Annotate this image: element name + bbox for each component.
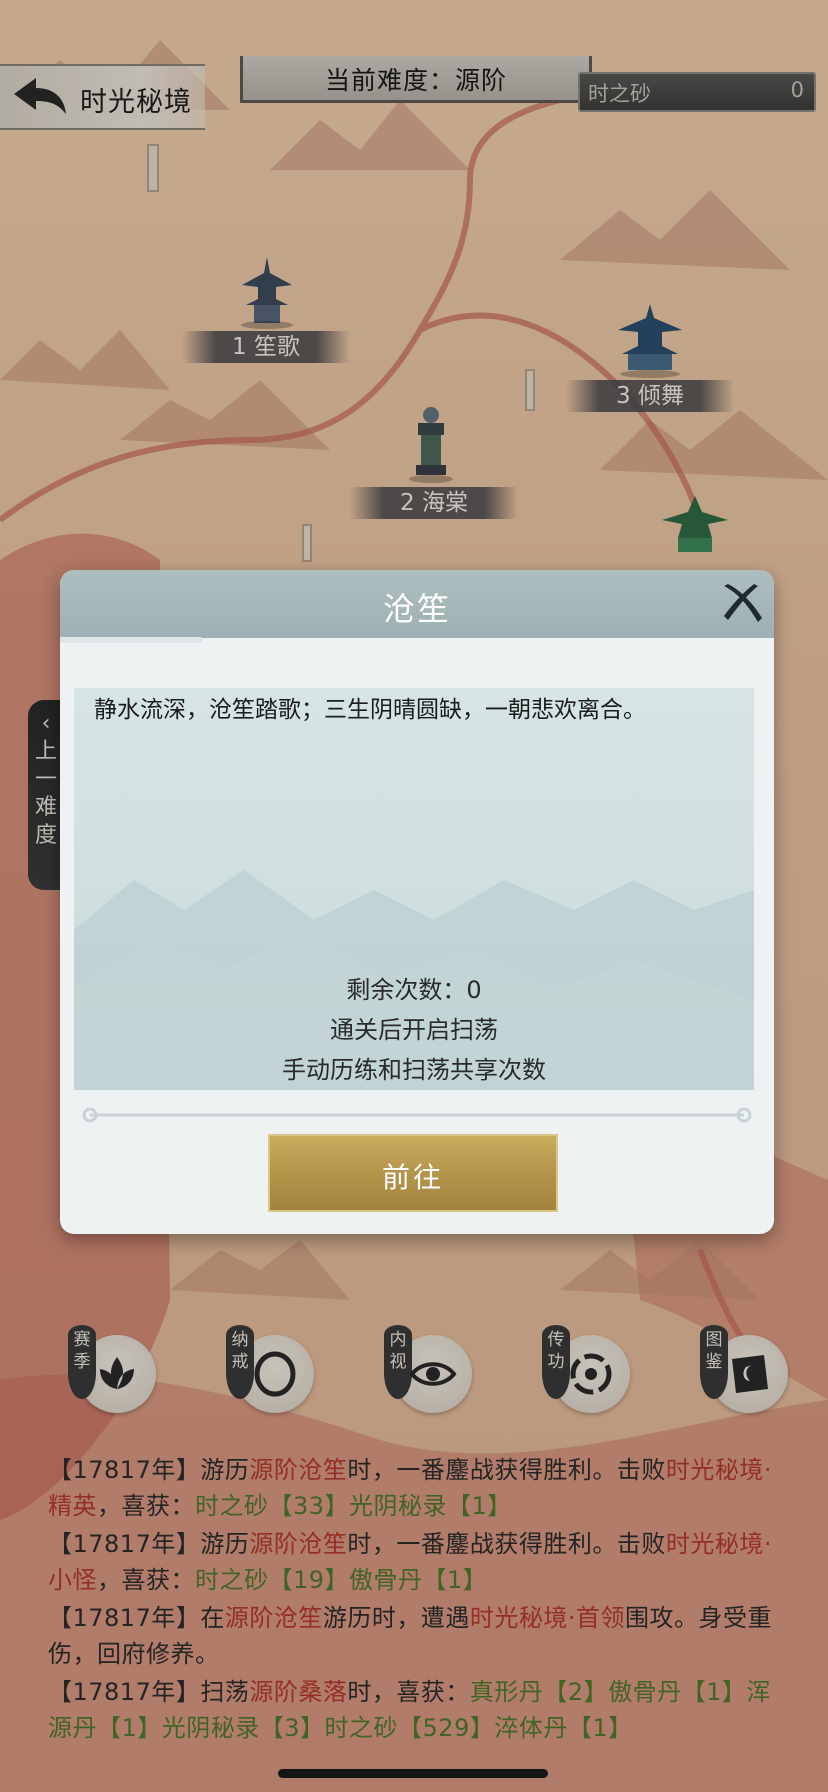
go-button-label: 前往	[381, 1161, 444, 1194]
modal-header: 沧笙	[60, 570, 774, 638]
close-icon[interactable]	[718, 580, 766, 628]
remaining-count: 剩余次数：0	[346, 976, 482, 1004]
modal-content: 静水流深，沧笙踏歌；三生阴晴圆缺，一朝悲欢离合。 剩余次数：0 通关后开启扫荡 …	[74, 688, 754, 1090]
stage-modal: 沧笙 静水流深，沧笙踏歌；三生阴晴圆缺，一朝悲欢离合。 剩余次数：0 通关后开启…	[60, 570, 774, 1234]
modal-title: 沧笙	[382, 590, 451, 628]
scroll-divider	[82, 1107, 752, 1123]
go-button[interactable]: 前往	[268, 1134, 558, 1212]
cloud-decoration	[60, 637, 203, 643]
stage-info: 剩余次数：0 通关后开启扫荡 手动历练和扫荡共享次数	[74, 970, 754, 1090]
sweep-note: 通关后开启扫荡	[330, 1016, 498, 1044]
shared-count-note: 手动历练和扫荡共享次数	[282, 1056, 546, 1084]
stage-description: 静水流深，沧笙踏歌；三生阴晴圆缺，一朝悲欢离合。	[94, 697, 646, 723]
